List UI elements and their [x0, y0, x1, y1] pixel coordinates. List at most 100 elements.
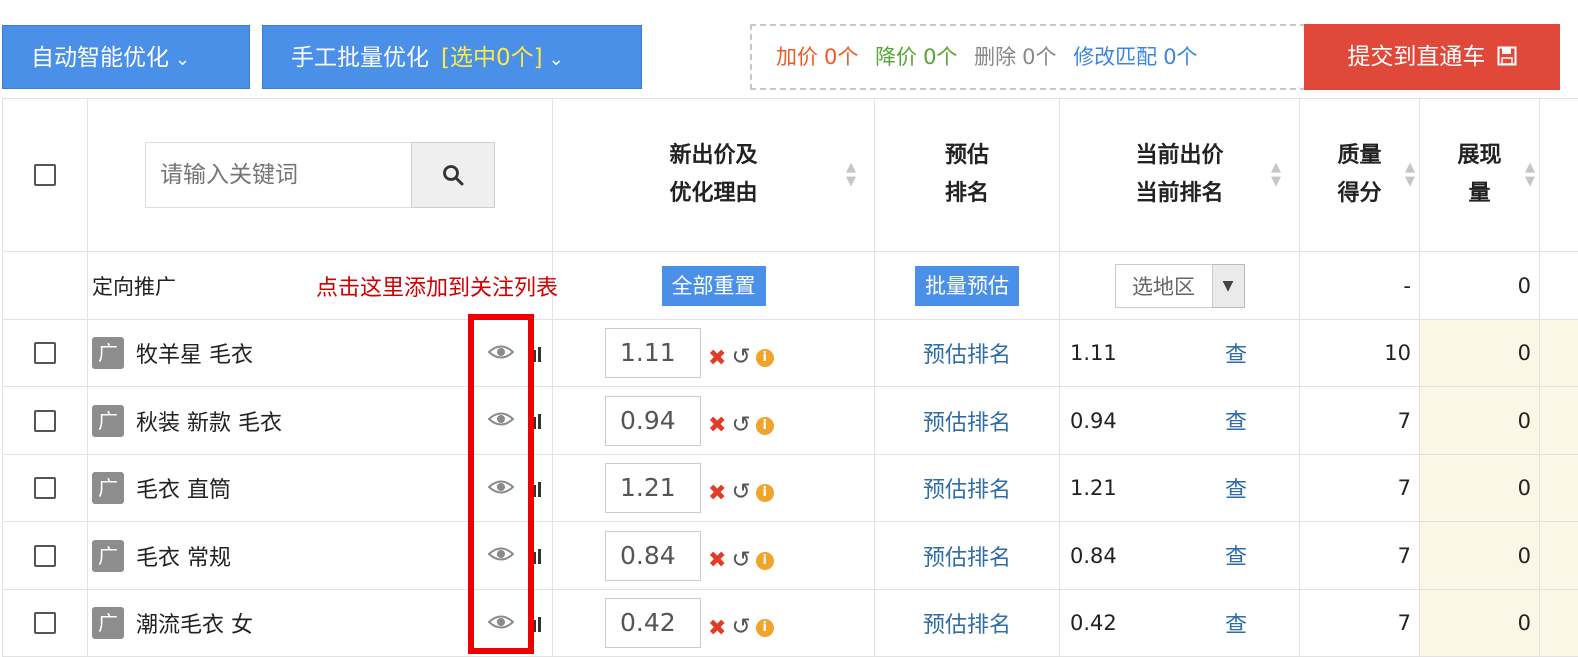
info-icon[interactable]: i — [756, 484, 774, 502]
close-icon[interactable]: ✖ — [708, 413, 726, 438]
table-row: 广毛衣 直筒 1.21✖↺i 预估排名 1.21查 7 0 — [3, 455, 1578, 522]
sort-icon[interactable]: ▲▼ — [1271, 161, 1281, 189]
close-icon[interactable]: ✖ — [708, 346, 726, 371]
search-button[interactable] — [411, 142, 495, 208]
row-checkbox[interactable] — [34, 410, 56, 432]
quality-score: 7 — [1300, 387, 1420, 455]
close-icon[interactable]: ✖ — [708, 481, 726, 506]
bid-input[interactable]: 0.94 — [605, 396, 701, 446]
row-checkbox-cell — [3, 522, 88, 590]
sort-icon[interactable]: ▲▼ — [1405, 161, 1415, 189]
summary-quality: - — [1300, 252, 1420, 320]
bar-chart-icon[interactable] — [528, 614, 542, 632]
eye-icon[interactable] — [488, 544, 514, 564]
sort-icon[interactable]: ▲▼ — [846, 161, 856, 189]
quality-score: 10 — [1300, 320, 1420, 387]
current-bid-header[interactable]: 当前出价 当前排名 ▲▼ — [1060, 99, 1300, 252]
bid-input[interactable]: 0.84 — [605, 531, 701, 581]
undo-icon[interactable]: ↺ — [731, 547, 750, 573]
keyword-cell: 广潮流毛衣 女 — [88, 590, 553, 657]
estimate-rank-link[interactable]: 预估排名 — [923, 546, 1011, 571]
region-select[interactable]: 选地区▼ — [1115, 264, 1245, 308]
bid-input[interactable]: 0.42 — [605, 598, 701, 648]
bid-input[interactable]: 1.21 — [605, 463, 701, 513]
chevron-down-icon: ▼ — [1213, 264, 1245, 308]
check-rank-link[interactable]: 查 — [1225, 337, 1247, 369]
quality-score: 7 — [1300, 455, 1420, 522]
summary-impressions: 0 — [1420, 252, 1540, 320]
info-icon[interactable]: i — [756, 349, 774, 367]
auto-optimize-button[interactable]: 自动智能优化⌄ — [2, 25, 250, 89]
row-extra-cell — [1540, 387, 1578, 455]
table-row: 广毛衣 常规 0.84✖↺i 预估排名 0.84查 7 0 — [3, 522, 1578, 590]
eye-icon[interactable] — [488, 612, 514, 632]
estimate-rank-link[interactable]: 预估排名 — [923, 411, 1011, 436]
row-checkbox[interactable] — [34, 342, 56, 364]
bar-chart-icon[interactable] — [528, 479, 542, 497]
bid-cell: 1.21 ✖↺ i — [553, 455, 875, 522]
bar-chart-icon[interactable] — [528, 344, 542, 362]
table-row: 广秋装 新款 毛衣 0.94✖↺i 预估排名 0.94查 7 0 — [3, 387, 1578, 455]
eye-icon[interactable] — [488, 342, 514, 362]
lower-label: 降价 — [875, 45, 917, 69]
lower-count: 0个 — [923, 45, 957, 69]
close-icon[interactable]: ✖ — [708, 548, 726, 573]
undo-icon[interactable]: ↺ — [731, 344, 750, 370]
keyword-type-badge: 广 — [92, 607, 124, 639]
row-extra-cell — [1540, 522, 1578, 590]
new-bid-header[interactable]: 新出价及 优化理由 ▲▼ — [553, 99, 875, 252]
check-rank-link[interactable]: 查 — [1225, 472, 1247, 504]
summary-empty-cell — [3, 252, 88, 320]
check-rank-link[interactable]: 查 — [1225, 404, 1247, 436]
eye-icon[interactable] — [488, 409, 514, 429]
current-bid-header-line2: 当前排名 — [1060, 175, 1299, 213]
estimate-cell: 预估排名 — [875, 320, 1060, 387]
keyword-text: 毛衣 直筒 — [136, 478, 231, 503]
sort-icon[interactable]: ▲▼ — [1525, 161, 1535, 189]
row-checkbox[interactable] — [34, 545, 56, 567]
quality-header[interactable]: 质量 得分 ▲▼ — [1300, 99, 1420, 252]
estimate-rank-link[interactable]: 预估排名 — [923, 478, 1011, 503]
impressions-header[interactable]: 展现 量 ▲▼ — [1420, 99, 1540, 252]
header-row: 新出价及 优化理由 ▲▼ 预估 排名 当前出价 当前排名 ▲▼ 质量 得分 ▲▼… — [3, 99, 1578, 252]
undo-icon[interactable]: ↺ — [731, 479, 750, 505]
bid-cell: 0.84 ✖↺ i — [553, 522, 875, 590]
bid-input[interactable]: 1.11 — [605, 328, 701, 378]
undo-icon[interactable]: ↺ — [731, 412, 750, 438]
row-extra-cell — [1540, 455, 1578, 522]
current-bid: 0.94 — [1070, 409, 1117, 433]
submit-button[interactable]: 提交到直通车 — [1304, 24, 1560, 90]
modify-match-label: 修改匹配 — [1073, 45, 1157, 69]
keyword-cell: 广毛衣 直筒 — [88, 455, 553, 522]
row-extra-cell — [1540, 320, 1578, 387]
estimate-rank-link[interactable]: 预估排名 — [923, 613, 1011, 638]
keyword-search-input[interactable] — [145, 142, 411, 208]
batch-estimate-button[interactable]: 批量预估 — [915, 266, 1019, 306]
check-rank-link[interactable]: 查 — [1225, 607, 1247, 639]
close-icon[interactable]: ✖ — [708, 616, 726, 641]
keyword-text: 秋装 新款 毛衣 — [136, 411, 282, 436]
eye-icon[interactable] — [488, 477, 514, 497]
info-icon[interactable]: i — [756, 619, 774, 637]
bar-chart-icon[interactable] — [528, 546, 542, 564]
info-icon[interactable]: i — [756, 552, 774, 570]
summary-name: 定向推广 — [92, 275, 176, 299]
bid-cell: 0.94 ✖↺ i — [553, 387, 875, 455]
row-checkbox[interactable] — [34, 477, 56, 499]
quality-header-line1: 质量 — [1300, 137, 1419, 175]
estimate-rank-link[interactable]: 预估排名 — [923, 343, 1011, 368]
estimate-cell: 预估排名 — [875, 387, 1060, 455]
bar-chart-icon[interactable] — [528, 411, 542, 429]
current-bid: 0.42 — [1070, 611, 1117, 635]
row-checkbox[interactable] — [34, 612, 56, 634]
undo-icon[interactable]: ↺ — [731, 614, 750, 640]
select-all-cell — [3, 99, 88, 252]
modify-match-count: 0个 — [1163, 45, 1197, 69]
check-rank-link[interactable]: 查 — [1225, 539, 1247, 571]
manual-batch-optimize-button[interactable]: 手工批量优化[选中0个]⌄ — [262, 25, 642, 89]
change-stats: 加价0个 降价0个 删除0个 修改匹配0个 — [750, 24, 1306, 90]
reset-all-button[interactable]: 全部重置 — [662, 266, 766, 306]
keyword-text: 毛衣 常规 — [136, 546, 231, 571]
info-icon[interactable]: i — [756, 417, 774, 435]
select-all-checkbox[interactable] — [34, 164, 56, 186]
